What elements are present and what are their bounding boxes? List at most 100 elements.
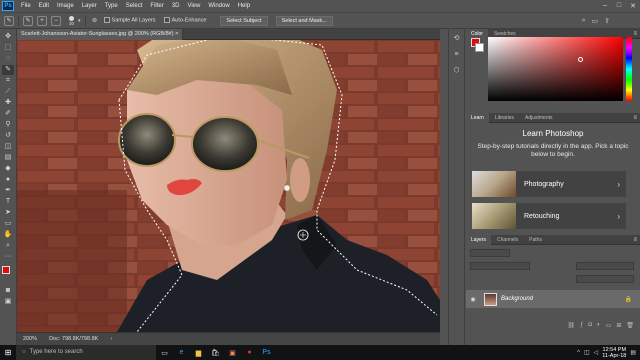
panel-menu-icon[interactable]: ≡ (633, 237, 640, 243)
select-and-mask-button[interactable]: Select and Mask... (275, 15, 333, 26)
app-icon[interactable]: ● (241, 349, 258, 356)
tab-layers[interactable]: Layers (466, 234, 492, 245)
menu-type[interactable]: Type (101, 0, 122, 12)
eraser-tool-icon[interactable]: ◫ (2, 142, 14, 152)
foreground-color-swatch[interactable] (2, 266, 10, 274)
edge-icon[interactable]: e (173, 349, 190, 356)
photoshop-taskbar-icon[interactable]: Ps (258, 349, 275, 356)
layer-row-background[interactable]: ◉ Background 🔒 (466, 290, 640, 308)
rectangle-tool-icon[interactable]: ▭ (2, 219, 14, 229)
brush-picker[interactable]: 30 (69, 15, 74, 26)
link-layers-icon[interactable]: ⛓ (567, 322, 575, 329)
blur-tool-icon[interactable]: ◆ (2, 164, 14, 174)
tab-paths[interactable]: Paths (524, 235, 547, 245)
healing-brush-tool-icon[interactable]: ✚ (2, 98, 14, 108)
store-icon[interactable]: 🛍 (207, 349, 224, 357)
taskbar-clock[interactable]: 12:54 PM 11-Apr-18 (602, 347, 626, 359)
clone-stamp-tool-icon[interactable]: ⚲ (2, 120, 14, 130)
delete-layer-icon[interactable]: 🗑 (626, 322, 634, 329)
type-tool-icon[interactable]: T (2, 197, 14, 207)
quick-selection-tool-icon[interactable]: ✎ (2, 65, 14, 75)
menu-layer[interactable]: Layer (78, 0, 101, 12)
new-group-icon[interactable]: ▭ (606, 322, 612, 329)
eyedropper-tool-icon[interactable]: ⟋ (2, 87, 14, 97)
quick-selection-tool-icon[interactable]: ✎ (4, 15, 14, 26)
tab-color[interactable]: Color (466, 28, 488, 39)
adjustment-layer-icon[interactable]: ◐ (597, 322, 601, 329)
task-view-icon[interactable]: ▭ (156, 349, 173, 357)
pen-tool-icon[interactable]: ✒ (2, 186, 14, 196)
close-tab-icon[interactable]: × (175, 31, 178, 37)
dodge-tool-icon[interactable]: ● (2, 175, 14, 185)
background-color-chip[interactable] (475, 43, 484, 52)
minimize-button[interactable]: – (598, 2, 612, 10)
menu-filter[interactable]: Filter (146, 0, 167, 12)
tray-up-icon[interactable]: ^ (577, 350, 580, 356)
screen-mode-icon[interactable]: ▣ (2, 297, 14, 307)
file-explorer-icon[interactable]: ▆ (190, 349, 207, 357)
tab-adjustments[interactable]: Adjustments (520, 113, 558, 123)
lock-options[interactable] (470, 275, 530, 283)
brush-tool-icon[interactable]: ✐ (2, 109, 14, 119)
add-to-selection-icon[interactable]: + (37, 15, 47, 26)
zoom-level[interactable]: 200% (23, 336, 37, 342)
path-selection-tool-icon[interactable]: ➤ (2, 208, 14, 218)
network-icon[interactable]: ◫ (584, 349, 590, 356)
sample-all-layers-checkbox[interactable]: Sample All Layers (103, 17, 156, 24)
panel-menu-icon[interactable]: ≡ (633, 115, 640, 121)
color-picker-field[interactable] (488, 37, 623, 101)
menu-help[interactable]: Help (234, 0, 254, 12)
tab-learn[interactable]: Learn (466, 112, 489, 123)
tab-channels[interactable]: Channels (492, 235, 523, 245)
menu-select[interactable]: Select (122, 0, 147, 12)
menu-window[interactable]: Window (204, 0, 233, 12)
volume-icon[interactable]: ◁ (594, 349, 599, 356)
brush-settings-icon[interactable]: ⊚ (90, 16, 100, 26)
close-button[interactable]: ✕ (626, 2, 640, 10)
tab-libraries[interactable]: Libraries (490, 113, 519, 123)
menu-edit[interactable]: Edit (35, 0, 53, 12)
layer-style-icon[interactable]: ƒ (580, 322, 583, 329)
3d-panel-icon[interactable]: ⬡ (451, 65, 462, 76)
hand-tool-icon[interactable]: ✋ (2, 230, 14, 240)
menu-view[interactable]: View (183, 0, 204, 12)
document-canvas[interactable] (17, 40, 440, 332)
marquee-tool-icon[interactable]: ⬚ (2, 43, 14, 53)
blend-mode-dropdown[interactable] (470, 262, 530, 270)
menu-file[interactable]: File (17, 0, 35, 12)
select-subject-button[interactable]: Select Subject (220, 15, 268, 26)
brush-dropdown-icon[interactable]: ▾ (78, 18, 81, 24)
new-selection-icon[interactable]: ✎ (23, 15, 33, 26)
properties-panel-icon[interactable]: ≡ (451, 49, 462, 60)
notifications-icon[interactable]: ▤ (630, 349, 636, 356)
workspace-icon[interactable]: ▭ (592, 17, 599, 25)
windows-start-icon[interactable]: ⊞ (0, 348, 16, 357)
status-menu-icon[interactable]: › (110, 336, 112, 342)
fill-field[interactable] (576, 275, 634, 283)
history-brush-tool-icon[interactable]: ↺ (2, 131, 14, 141)
search-icon[interactable]: ⌕ (582, 17, 586, 25)
zoom-tool-icon[interactable]: ⌕ (2, 241, 14, 251)
gradient-tool-icon[interactable]: ▤ (2, 153, 14, 163)
history-panel-icon[interactable]: ⟲ (451, 33, 462, 44)
visibility-eye-icon[interactable]: ◉ (466, 296, 480, 303)
layer-filter-dropdown[interactable] (470, 249, 510, 257)
learn-card-photography[interactable]: Photography › (472, 171, 626, 197)
opacity-field[interactable] (576, 262, 634, 270)
menu-3d[interactable]: 3D (168, 0, 184, 12)
quick-mask-icon[interactable]: ◙ (2, 286, 14, 296)
share-icon[interactable]: ⇪ (604, 17, 610, 25)
crop-tool-icon[interactable]: ⌗ (2, 76, 14, 86)
new-layer-icon[interactable]: ⊞ (616, 322, 621, 329)
taskbar-search[interactable]: ○ Type here to search (16, 345, 156, 360)
learn-card-retouching[interactable]: Retouching › (472, 203, 626, 229)
move-tool-icon[interactable]: ✥ (2, 32, 14, 42)
more-tools-icon[interactable]: ··· (2, 252, 14, 262)
auto-enhance-checkbox[interactable]: Auto-Enhance (163, 17, 206, 24)
subtract-from-selection-icon[interactable]: − (51, 15, 61, 26)
add-mask-icon[interactable]: ◘ (588, 322, 592, 329)
hue-slider[interactable] (626, 37, 632, 101)
panel-menu-icon[interactable]: ≡ (633, 31, 640, 37)
maximize-button[interactable]: □ (612, 2, 626, 10)
menu-image[interactable]: Image (53, 0, 78, 12)
